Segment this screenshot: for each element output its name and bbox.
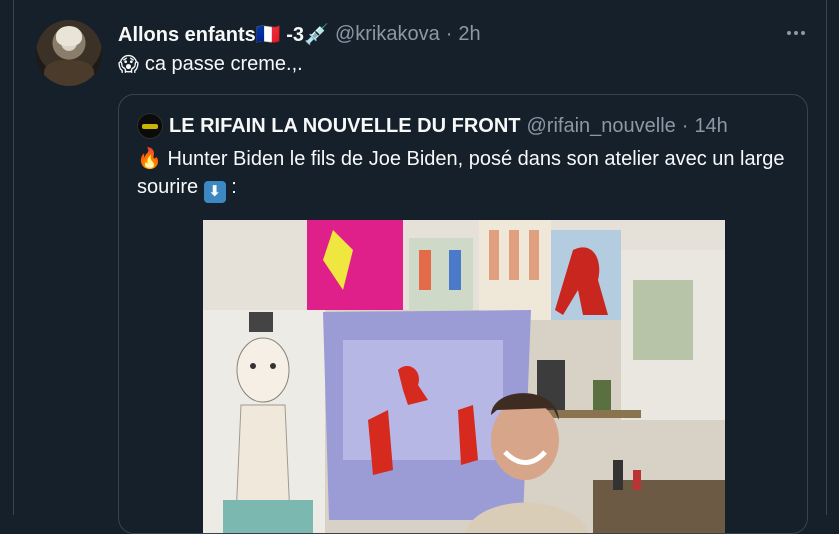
avatar-hair [56,26,82,46]
avatar-body [44,60,94,86]
down-arrow-icon: ⬇ [203,181,226,203]
quoted-user-avatar[interactable] [137,113,163,139]
display-name[interactable]: Allons enfants🇫🇷 -3💉 [118,22,329,47]
timestamp[interactable]: 2h [458,23,480,46]
fire-emoji: 🔥 [137,146,162,170]
separator-dot: · [445,22,453,45]
quoted-display-name[interactable]: LE RIFAIN LA NOUVELLE DU FRONT [169,115,520,138]
quoted-user-handle[interactable]: @rifain_nouvelle [526,115,675,138]
tweet-header: Allons enfants🇫🇷 -3💉 @krikakova · 2h [118,21,481,47]
tweet-text: 😱 ca passe creme.,. [118,50,303,78]
quoted-tweet-text: 🔥 Hunter Biden le fils de Joe Biden, pos… [137,144,787,203]
attached-photo[interactable] [203,220,725,533]
more-dot [801,31,805,35]
quoted-tweet-trailing: : [231,176,237,198]
more-options-icon[interactable] [784,22,808,44]
more-dot [794,31,798,35]
quoted-tweet-card[interactable]: LE RIFAIN LA NOUVELLE DU FRONT @rifain_n… [118,94,808,534]
quoted-tweet-header: LE RIFAIN LA NOUVELLE DU FRONT @rifain_n… [137,112,728,140]
tweet-body: ca passe creme.,. [144,53,303,75]
separator-dot: · [681,114,689,137]
user-avatar[interactable] [36,20,102,86]
scream-emoji: 😱 [118,52,139,76]
quoted-timestamp[interactable]: 14h [694,115,727,138]
user-handle[interactable]: @krikakova [335,23,440,46]
more-dot [787,31,791,35]
